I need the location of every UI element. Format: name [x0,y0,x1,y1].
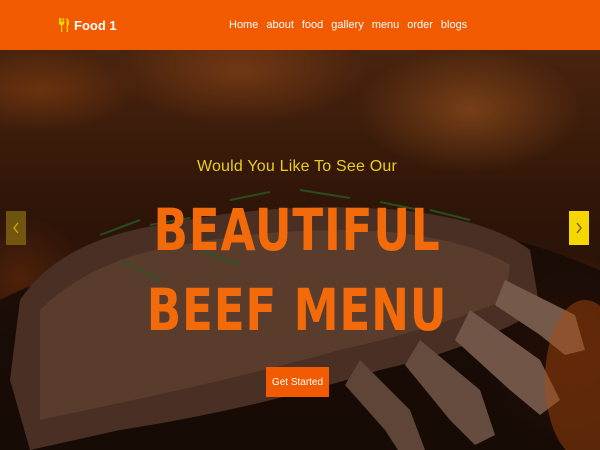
hero-slider: Would You Like To See Our BEAUTIFUL BEEF… [0,50,600,450]
chevron-left-icon [13,222,19,234]
nav-item-gallery[interactable]: gallery [331,17,363,33]
get-started-button[interactable]: Get Started [266,367,329,397]
brand-name: Food 1 [74,17,117,33]
chevron-right-icon [576,222,582,234]
nav-item-about[interactable]: about [266,17,294,33]
hero-title-line-1: BEAUTIFUL [153,196,441,264]
navbar: Food 1 Home about food gallery menu orde… [0,0,600,50]
hero-title-line-2: BEEF MENU [146,276,448,344]
nav-links: Home about food gallery menu order blogs [229,17,467,33]
nav-item-home[interactable]: Home [229,17,258,33]
hero-subtitle: Would You Like To See Our [196,158,398,175]
slider-prev-button[interactable] [6,211,26,245]
nav-item-food[interactable]: food [302,17,323,33]
slider-next-button[interactable] [569,211,589,245]
nav-item-blogs[interactable]: blogs [441,17,467,33]
brand[interactable]: Food 1 [58,14,117,36]
nav-item-order[interactable]: order [407,17,433,33]
fork-knife-icon [59,18,69,32]
nav-item-menu[interactable]: menu [372,17,400,33]
